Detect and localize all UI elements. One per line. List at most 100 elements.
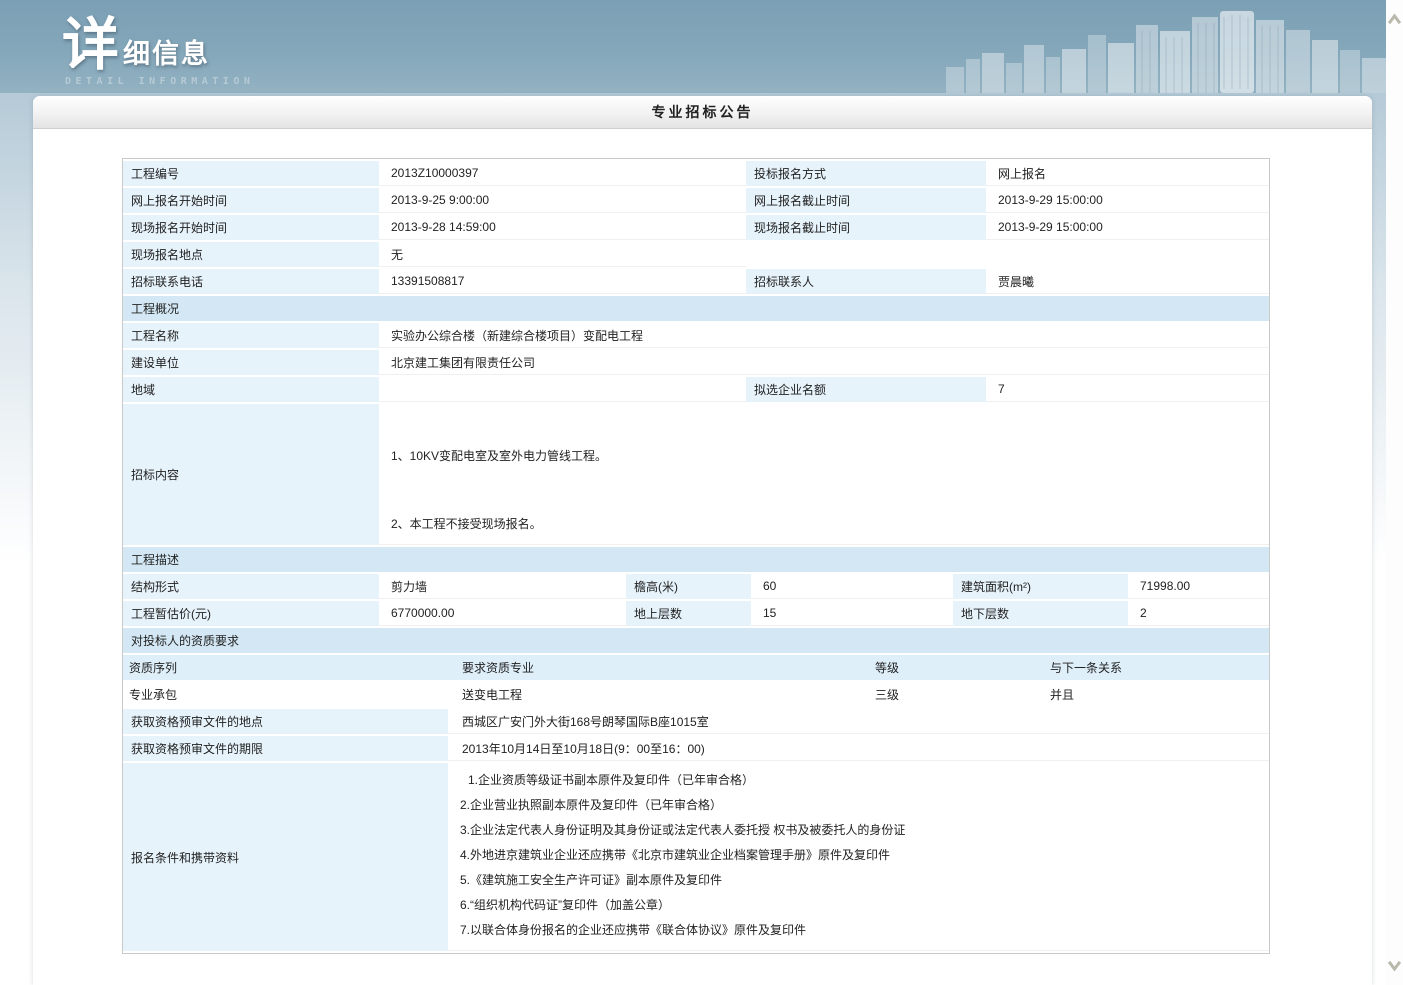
empty-cell [986, 242, 1269, 267]
field-value: 71998.00 [1128, 574, 1269, 599]
description-table: 工程描述 结构形式 剪力墙 檐高(米) 60 建筑面积(m²) 71998.00… [123, 545, 1269, 628]
field-label: 网上报名开始时间 [123, 188, 379, 213]
field-value: 2013Z10000397 [379, 161, 746, 186]
section-title: 对投标人的资质要求 [123, 628, 1269, 653]
row-project-number: 工程编号 2013Z10000397 投标报名方式 网上报名 [123, 161, 1269, 186]
section-title: 工程概况 [123, 296, 1269, 321]
row-structure: 结构形式 剪力墙 檐高(米) 60 建筑面积(m²) 71998.00 [123, 574, 1269, 599]
scroll-down-button[interactable] [1386, 949, 1403, 979]
empty-cell [746, 242, 986, 267]
scrollbar[interactable] [1386, 0, 1403, 985]
field-label: 现场报名地点 [123, 242, 379, 267]
cell-value: 送变电工程 [456, 682, 869, 707]
row-builder: 建设单位 北京建工集团有限责任公司 [123, 350, 1269, 375]
field-value: 13391508817 [379, 269, 746, 294]
section-header-row: 工程概况 [123, 296, 1269, 321]
logo-subtitle-en: DETAIL INFORMATION [65, 76, 254, 87]
overview-table: 工程概况 工程名称 实验办公综合楼（新建综合楼项目）变配电工程 建设单位 北京建… [123, 294, 1269, 547]
bid-content-line: 1、10KV变配电室及室外电力管线工程。 [391, 448, 1269, 464]
material-item: 5.《建筑施工安全生产许可证》副本原件及复印件 [460, 868, 1259, 893]
cell-value: 专业承包 [123, 682, 456, 707]
logo-main-char: 详 [62, 16, 119, 74]
field-label: 招标联系人 [746, 269, 986, 294]
field-value: 6770000.00 [379, 601, 626, 626]
field-value: 7 [986, 377, 1269, 402]
logo: 详 细信息 [62, 16, 210, 74]
row-bid-content: 招标内容 1、10KV变配电室及室外电力管线工程。 2、本工程不接受现场报名。 [123, 404, 1269, 545]
page-title: 专业招标公告 [33, 96, 1372, 129]
material-item: 1.企业资质等级证书副本原件及复印件（已年审合格） [460, 768, 1259, 793]
field-value: 北京建工集团有限责任公司 [379, 350, 1269, 375]
city-skyline-graphic [946, 7, 1386, 93]
column-header: 与下一条关系 [1044, 655, 1269, 680]
field-label: 结构形式 [123, 574, 379, 599]
field-label: 地下层数 [953, 601, 1128, 626]
field-value: 无 [379, 242, 746, 267]
field-label: 招标内容 [123, 404, 379, 545]
field-value [379, 377, 746, 402]
cell-value: 三级 [869, 682, 1044, 707]
field-label: 获取资格预审文件的期限 [123, 736, 448, 761]
field-label: 地域 [123, 377, 379, 402]
field-value: 西城区广安门外大街168号朗琴国际B座1015室 [448, 709, 1269, 734]
field-label: 檐高(米) [626, 574, 751, 599]
info-table: 工程编号 2013Z10000397 投标报名方式 网上报名 网上报名开始时间 … [123, 159, 1269, 296]
column-header: 资质序列 [123, 655, 456, 680]
bid-content-line: 2、本工程不接受现场报名。 [391, 516, 1269, 532]
field-value: 网上报名 [986, 161, 1269, 186]
field-value: 2013-9-29 15:00:00 [986, 188, 1269, 213]
row-prequal-location: 获取资格预审文件的地点 西城区广安门外大街168号朗琴国际B座1015室 [123, 709, 1269, 734]
page-title-bar: 专业招标公告 [33, 96, 1372, 129]
field-label: 招标联系电话 [123, 269, 379, 294]
top-banner: 详 细信息 DETAIL INFORMATION [0, 0, 1386, 93]
field-value: 2013-9-25 9:00:00 [379, 188, 746, 213]
field-label: 报名条件和携带资料 [123, 763, 448, 951]
field-value: 实验办公综合楼（新建综合楼项目）变配电工程 [379, 323, 1269, 348]
field-label: 工程暂估价(元) [123, 601, 379, 626]
field-value: 2013年10月14日至10月18日(9：00至16：00) [448, 736, 1269, 761]
field-label: 建筑面积(m²) [953, 574, 1128, 599]
material-item: 6.“组织机构代码证”复印件（加盖公章） [460, 893, 1259, 918]
field-value: 1、10KV变配电室及室外电力管线工程。 2、本工程不接受现场报名。 [379, 404, 1269, 545]
field-label: 现场报名开始时间 [123, 215, 379, 240]
row-region-quota: 地域 拟选企业名额 7 [123, 377, 1269, 402]
row-online-start: 网上报名开始时间 2013-9-25 9:00:00 网上报名截止时间 2013… [123, 188, 1269, 213]
prequal-table: 获取资格预审文件的地点 西城区广安门外大街168号朗琴国际B座1015室 获取资… [123, 707, 1269, 953]
field-value: 贾晨曦 [986, 269, 1269, 294]
section-header-row: 对投标人的资质要求 [123, 628, 1269, 653]
field-value: 2 [1128, 601, 1269, 626]
field-label: 地上层数 [626, 601, 751, 626]
material-item: 3.企业法定代表人身份证明及其身份证或法定代表人委托授 权书及被委托人的身份证 [460, 818, 1259, 843]
row-onsite-location: 现场报名地点 无 [123, 242, 1269, 267]
field-label: 获取资格预审文件的地点 [123, 709, 448, 734]
qualification-columns-row: 资质序列 要求资质专业 等级 与下一条关系 [123, 655, 1269, 680]
field-value: 60 [751, 574, 953, 599]
row-contact-phone: 招标联系电话 13391508817 招标联系人 贾晨曦 [123, 269, 1269, 294]
row-project-name: 工程名称 实验办公综合楼（新建综合楼项目）变配电工程 [123, 323, 1269, 348]
field-value: 2013-9-28 14:59:00 [379, 215, 746, 240]
field-label: 网上报名截止时间 [746, 188, 986, 213]
logo-rest-chars: 细信息 [119, 39, 210, 74]
row-materials: 报名条件和携带资料 1.企业资质等级证书副本原件及复印件（已年审合格） 2.企业… [123, 763, 1269, 951]
field-value: 剪力墙 [379, 574, 626, 599]
qualification-data-row: 专业承包 送变电工程 三级 并且 [123, 682, 1269, 707]
detail-table: 工程编号 2013Z10000397 投标报名方式 网上报名 网上报名开始时间 … [122, 158, 1270, 954]
section-title: 工程描述 [123, 547, 1269, 572]
row-onsite-start: 现场报名开始时间 2013-9-28 14:59:00 现场报名截止时间 201… [123, 215, 1269, 240]
cell-value: 并且 [1044, 682, 1269, 707]
field-value: 15 [751, 601, 953, 626]
field-label: 工程名称 [123, 323, 379, 348]
field-label: 现场报名截止时间 [746, 215, 986, 240]
material-item: 2.企业营业执照副本原件及复印件（已年审合格） [460, 793, 1259, 818]
field-value: 1.企业资质等级证书副本原件及复印件（已年审合格） 2.企业营业执照副本原件及复… [448, 763, 1269, 951]
content-panel: 专业招标公告 工程编号 2013Z10000397 投标报名方式 网上报名 网上… [33, 96, 1372, 985]
qualification-table: 对投标人的资质要求 资质序列 要求资质专业 等级 与下一条关系 专业承包 送变电… [123, 626, 1269, 709]
material-item: 7.以联合体身份报名的企业还应携带《联合体协议》原件及复印件 [460, 918, 1259, 943]
field-label: 投标报名方式 [746, 161, 986, 186]
chevron-down-icon [1386, 949, 1403, 979]
field-label: 建设单位 [123, 350, 379, 375]
column-header: 要求资质专业 [456, 655, 869, 680]
scroll-up-button[interactable] [1386, 6, 1403, 36]
chevron-up-icon [1386, 6, 1403, 36]
material-item: 4.外地进京建筑业企业还应携带《北京市建筑业企业档案管理手册》原件及复印件 [460, 843, 1259, 868]
